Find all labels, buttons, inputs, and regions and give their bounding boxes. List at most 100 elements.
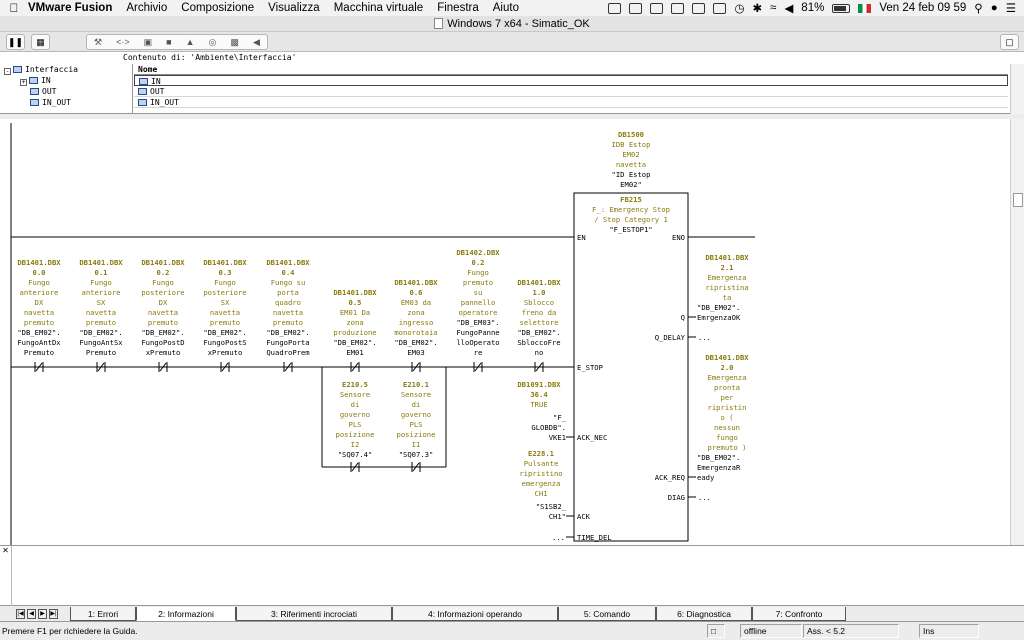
chevron-left-icon[interactable]: ◀ (253, 37, 260, 48)
contact-comment: monorotaia (394, 328, 437, 337)
status-app-icon[interactable] (629, 2, 643, 14)
menu-visualizza[interactable]: Visualizza (268, 2, 320, 14)
contact-comment: Fungo (152, 278, 174, 287)
time-machine-icon[interactable]: ◷ (734, 1, 744, 15)
wifi-icon[interactable]: ≈ (770, 2, 776, 14)
monitor-icon[interactable] (713, 2, 727, 14)
tab-comando[interactable]: 5: Comando (558, 607, 656, 621)
volume-icon[interactable]: ◀ (784, 1, 793, 15)
apple-menu-icon[interactable]:  (0, 1, 28, 15)
contact-symbol: Premuto (24, 348, 54, 357)
fullscreen-icon[interactable]: ▢ (1000, 34, 1019, 50)
contact-comment: pannello (461, 298, 496, 307)
spotlight-search-icon[interactable]: ⚲ (974, 1, 982, 15)
details-tabbar: |◀ ◀ ▶ ▶| 1: Errori 2: Informazioni 3: R… (0, 606, 1024, 622)
status-app-icon[interactable] (608, 2, 622, 14)
battery-percent[interactable]: 81% (801, 2, 824, 14)
usb-icon[interactable]: ▲ (186, 37, 195, 47)
snapshot-icon[interactable]: ▦ (31, 34, 50, 50)
arrows-icon[interactable]: <·> (116, 37, 130, 47)
next-tab-icon[interactable]: ▶ (38, 609, 47, 619)
menu-app-name[interactable]: VMware Fusion (28, 2, 112, 14)
contact-comment: posteriore (141, 288, 184, 297)
q-symbol: "DB_EM02". (697, 303, 740, 312)
wrench-icon[interactable]: ⚒ (94, 37, 102, 48)
status-app-icon[interactable] (692, 2, 706, 14)
bluetooth-icon[interactable]: ✱ (752, 1, 762, 15)
expand-icon[interactable]: + (20, 79, 27, 86)
lock-icon[interactable]: ■ (166, 37, 171, 47)
contact-comment: Fungo (214, 278, 236, 287)
idb-comment: navetta (616, 160, 646, 169)
disk-icon[interactable]: ▣ (144, 37, 153, 48)
interface-table: Nome IN OUT IN_OUT (134, 64, 1008, 114)
ack-comment: ripristino (519, 469, 562, 478)
close-panel-icon[interactable]: ✕ (0, 546, 12, 606)
contact-comment: governo (340, 410, 370, 419)
ack-req-comment: fungo (716, 433, 738, 442)
contact-comment: zona (407, 308, 424, 317)
ladder-network[interactable]: FB215F_: Emergency Stop/ Stop Category 1… (0, 119, 1010, 546)
contact-symbol: xPremuto (208, 348, 243, 357)
tab-diagnostica[interactable]: 6: Diagnostica (656, 607, 752, 621)
tree-item-in-out[interactable]: IN_OUT (0, 97, 132, 108)
idb-comment: EM02 (622, 150, 639, 159)
tree-item-out[interactable]: OUT (0, 86, 132, 97)
ack-req-comment: Emergenza (708, 373, 747, 382)
contact-comment: anteriore (20, 288, 59, 297)
contact-comment: anteriore (82, 288, 121, 297)
menu-aiuto[interactable]: Aiuto (493, 2, 519, 14)
column-header-nome[interactable]: Nome (134, 64, 1008, 75)
siri-icon[interactable]: ● (991, 2, 998, 14)
cd-icon[interactable]: ◎ (209, 37, 217, 48)
dropbox-icon[interactable] (671, 2, 685, 14)
menu-macchina-virtuale[interactable]: Macchina virtuale (334, 2, 423, 14)
contact-comment: governo (401, 410, 431, 419)
tab-informazioni-operando[interactable]: 4: Informazioni operando (392, 607, 558, 621)
tree-item-interfaccia[interactable]: - Interfaccia (0, 64, 132, 75)
menu-finestra[interactable]: Finestra (437, 2, 479, 14)
tree-item-in[interactable]: + IN (0, 75, 132, 86)
menubar-clock[interactable]: Ven 24 feb 09 59 (879, 2, 966, 14)
menu-archivio[interactable]: Archivio (126, 2, 167, 14)
menu-composizione[interactable]: Composizione (181, 2, 254, 14)
ack-nec-comment: TRUE (530, 400, 547, 409)
collapse-icon[interactable]: - (4, 68, 11, 75)
q-address: 2.1 (721, 263, 734, 272)
last-tab-icon[interactable]: ▶| (49, 609, 58, 619)
cloud-icon[interactable] (650, 2, 664, 14)
table-row[interactable]: IN_OUT (134, 97, 1008, 108)
table-row[interactable]: OUT (134, 86, 1008, 97)
notification-center-icon[interactable]: ☰ (1006, 1, 1016, 15)
ack-nec-symbol: VKE1 (549, 433, 566, 442)
ladder-editor: FB215 F_: Emergency Stop / Stop Category 1… (0, 119, 1024, 546)
pin-diag: DIAG (668, 493, 685, 502)
scrollbar-thumb[interactable] (1013, 193, 1023, 207)
battery-icon[interactable] (832, 3, 851, 13)
network-icon[interactable]: ▩ (230, 37, 239, 48)
contact-comment: PLS (410, 420, 423, 429)
input-source-flag-icon[interactable] (858, 3, 872, 13)
contact-bit: 0.5 (349, 298, 362, 307)
contact-symbol: "DB_EM02". (394, 338, 437, 347)
fb-title: F_: Emergency Stop (592, 205, 670, 214)
pause-icon[interactable]: ❚❚ (6, 34, 25, 50)
idb-symbol: "ID Estop (612, 170, 651, 179)
tab-informazioni[interactable]: 2: Informazioni (136, 607, 236, 621)
q-comment: ripristina (705, 283, 748, 292)
ack-req-comment: pronta (714, 383, 740, 392)
first-tab-icon[interactable]: |◀ (16, 609, 25, 619)
contact-comment: I2 (351, 440, 360, 449)
pin-q-delay: Q_DELAY (655, 333, 686, 342)
ack-req-address: 2.0 (721, 363, 734, 372)
table-row[interactable]: IN (134, 75, 1008, 86)
tab-riferimenti-incrociati[interactable]: 3: Riferimenti incrociati (236, 607, 392, 621)
table-scrollbar[interactable] (1010, 64, 1024, 114)
ladder-scrollbar[interactable] (1010, 119, 1024, 545)
ack-req-symbol: EmergenzaR (697, 463, 741, 472)
ack-req-comment: ripristin (708, 403, 747, 412)
q-comment: ta (723, 293, 732, 302)
tab-errori[interactable]: 1: Errori (70, 607, 136, 621)
tab-confronto[interactable]: 7: Confronto (752, 607, 846, 621)
prev-tab-icon[interactable]: ◀ (27, 609, 36, 619)
